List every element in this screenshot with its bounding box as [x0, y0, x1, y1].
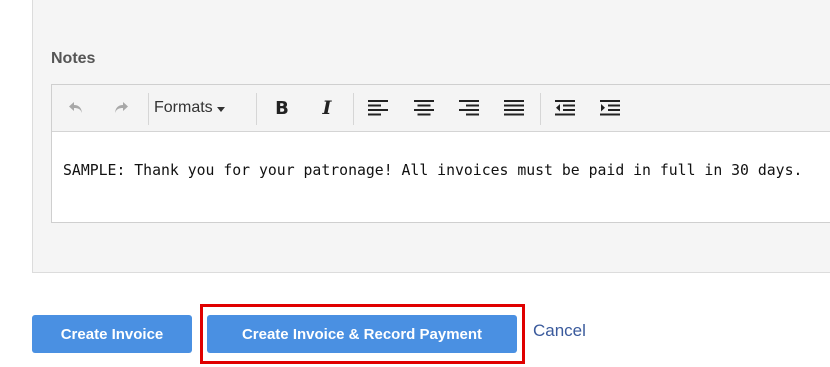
bold-icon: B — [275, 97, 289, 119]
formats-dropdown[interactable]: Formats — [154, 93, 225, 123]
notes-editor: Formats B I SAMPLE: Thank you for your p… — [51, 84, 830, 223]
toolbar-divider — [353, 93, 354, 125]
italic-button[interactable]: I — [311, 93, 343, 123]
toolbar-divider — [256, 93, 257, 125]
formats-label: Formats — [154, 99, 213, 116]
create-invoice-record-payment-button[interactable]: Create Invoice & Record Payment — [207, 315, 517, 353]
align-left-button[interactable] — [362, 93, 394, 123]
italic-icon: I — [322, 97, 332, 119]
create-invoice-button[interactable]: Create Invoice — [32, 315, 192, 353]
outdent-icon — [555, 100, 575, 116]
editor-toolbar: Formats B I — [52, 85, 830, 132]
align-justify-button[interactable] — [498, 93, 530, 123]
toolbar-divider — [540, 93, 541, 125]
notes-label: Notes — [51, 50, 96, 67]
align-justify-icon — [504, 100, 524, 116]
outdent-button[interactable] — [549, 93, 581, 123]
indent-button[interactable] — [594, 93, 626, 123]
notes-text[interactable]: SAMPLE: Thank you for your patronage! Al… — [63, 162, 830, 179]
caret-down-icon — [216, 106, 225, 112]
toolbar-divider — [148, 93, 149, 125]
redo-button[interactable] — [105, 93, 137, 123]
redo-icon — [115, 102, 128, 113]
undo-button[interactable] — [60, 93, 92, 123]
bold-button[interactable]: B — [266, 93, 298, 123]
align-right-icon — [459, 100, 479, 116]
align-left-icon — [368, 100, 388, 116]
align-center-icon — [414, 100, 434, 116]
indent-icon — [600, 100, 620, 116]
cancel-link[interactable]: Cancel — [533, 321, 586, 341]
undo-icon — [69, 102, 82, 113]
align-right-button[interactable] — [453, 93, 485, 123]
align-center-button[interactable] — [408, 93, 440, 123]
